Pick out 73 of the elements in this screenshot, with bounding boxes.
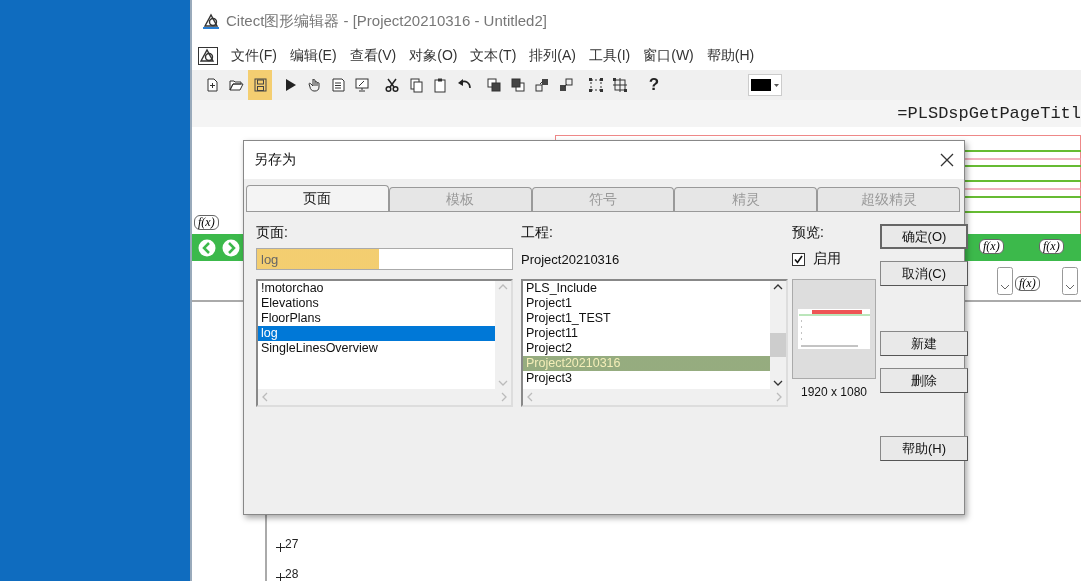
menu-item[interactable]: 编辑(E)	[289, 47, 337, 65]
crosshair-mark-icon	[276, 543, 285, 552]
scissors-icon[interactable]	[384, 77, 400, 93]
function-label: f(x)	[1015, 276, 1040, 291]
list-item[interactable]: Elevations	[258, 296, 495, 311]
document-logo-icon	[198, 47, 218, 65]
list-item[interactable]: Project11	[523, 326, 770, 341]
list-item[interactable]: Project1	[523, 296, 770, 311]
list-item[interactable]: PLS_Include	[523, 281, 770, 296]
list-item[interactable]: Project3	[523, 371, 770, 386]
list-item[interactable]: !motorchao	[258, 281, 495, 296]
group-icon[interactable]	[588, 77, 604, 93]
list-item[interactable]: SingleLinesOverview	[258, 341, 495, 356]
dialog-button[interactable]: 确定(O)	[880, 224, 968, 249]
function-label: f(x)	[1039, 239, 1064, 254]
bring-front-icon[interactable]	[486, 77, 502, 93]
menu-item[interactable]: 排列(A)	[529, 47, 576, 65]
dialog-title: 另存为	[254, 151, 296, 169]
dialog-tab[interactable]: 页面	[246, 185, 389, 211]
function-label: f(x)	[979, 239, 1004, 254]
document-icon[interactable]	[330, 77, 346, 93]
menu-item[interactable]: 工具(I)	[589, 47, 631, 65]
list-item[interactable]: FloorPlans	[258, 311, 495, 326]
menu-item[interactable]: 文本(T)	[470, 47, 517, 65]
row-marker-label: 28	[285, 567, 299, 581]
list-item[interactable]: Project1_TEST	[523, 311, 770, 326]
menu-item[interactable]: 帮助(H)	[706, 47, 755, 65]
monitor-icon[interactable]	[354, 77, 370, 93]
list-item[interactable]: log	[258, 326, 495, 341]
resolution-text: 1920 x 1080	[799, 385, 869, 399]
toolbar-button[interactable]	[248, 70, 272, 100]
page-label: 页面:	[256, 224, 289, 242]
project-label: 工程:	[521, 224, 554, 242]
project-name: Project20210316	[521, 251, 620, 267]
list-box[interactable]: !motorchao Elevations FloorPlans log SingleLinesOverview	[256, 279, 513, 407]
app-logo-icon	[202, 12, 220, 30]
ungroup-icon[interactable]	[612, 77, 628, 93]
check-icon	[794, 254, 803, 264]
layer-down-icon[interactable]	[558, 77, 574, 93]
scrollbar-thumb[interactable]	[770, 333, 786, 357]
folder-icon[interactable]	[228, 77, 244, 93]
menu-item[interactable]: 对象(O)	[409, 47, 458, 65]
menu-item[interactable]: 窗口(W)	[643, 47, 694, 65]
function-label: f(x)	[194, 215, 219, 230]
dropdown-control[interactable]	[1062, 267, 1078, 295]
layer-up-icon[interactable]	[534, 77, 550, 93]
menu-item[interactable]: 查看(V)	[349, 47, 397, 65]
send-back-icon[interactable]	[510, 77, 526, 93]
page-thumbnail-drawing	[798, 309, 870, 349]
hand-icon[interactable]	[306, 77, 322, 93]
formula-text: =PLSDspGetPageTitl	[897, 104, 1081, 123]
list-box[interactable]: PLS_Include Project1 Project1_TEST Project11 Project2 Project20210316 Project3	[521, 279, 788, 407]
clipboard-icon[interactable]	[432, 77, 448, 93]
close-icon[interactable]	[940, 153, 954, 167]
enable-label: 启用	[813, 250, 841, 268]
dialog-button[interactable]: 新建	[880, 331, 968, 356]
new-page-icon[interactable]	[204, 77, 220, 93]
list-item[interactable]: Project2	[523, 341, 770, 356]
window-title: Citect图形编辑器 - [Project20210316 - Untitled2]	[226, 11, 547, 31]
copy-icon[interactable]	[408, 77, 424, 93]
crosshair-mark-icon	[276, 573, 285, 581]
help-button[interactable]: ?	[638, 70, 670, 100]
color-picker[interactable]	[748, 74, 782, 96]
row-marker-label: 27	[285, 537, 299, 551]
dropdown-control[interactable]	[997, 267, 1013, 295]
page-name-field[interactable]: log	[256, 248, 513, 270]
enable-checkbox[interactable]	[792, 252, 805, 266]
menu-item[interactable]: 文件(F)	[231, 47, 277, 65]
dialog-button[interactable]: 删除	[880, 368, 968, 393]
dialog-button[interactable]: 取消(C)	[880, 261, 968, 286]
dialog-button[interactable]: 帮助(H)	[880, 436, 968, 461]
preview-label: 预览:	[792, 224, 825, 242]
floppy-icon[interactable]	[252, 77, 268, 93]
